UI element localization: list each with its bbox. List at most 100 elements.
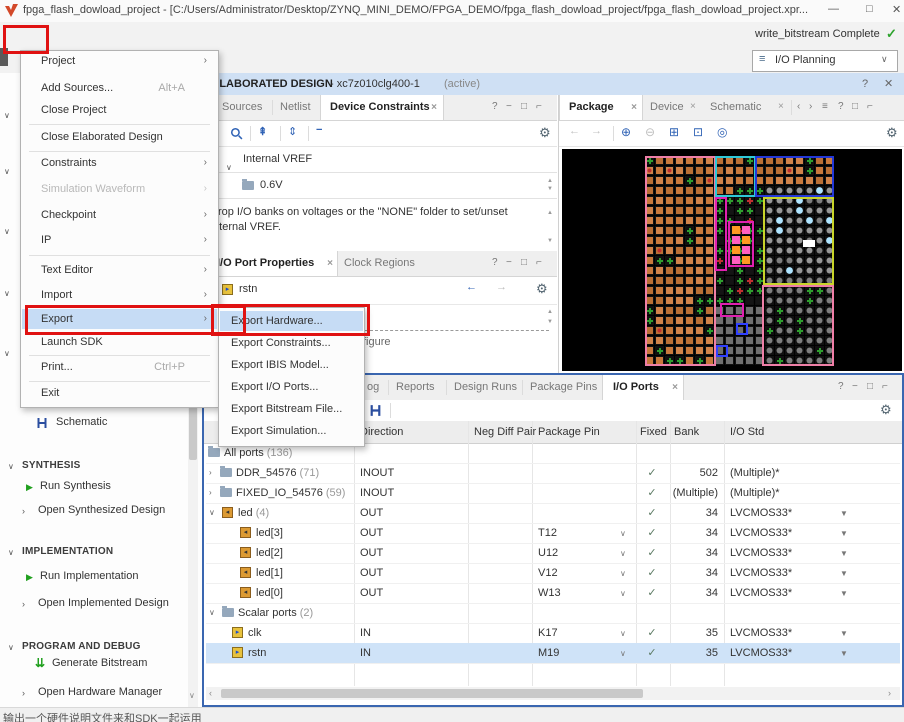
pin-dropdown-icon[interactable]: ∨ bbox=[620, 644, 626, 664]
menu-item-close-elaborated-design[interactable]: Close Elaborated Design bbox=[22, 127, 217, 147]
col-bank[interactable]: Bank bbox=[674, 421, 699, 443]
menu-item-export-io-ports[interactable]: Export I/O Ports... bbox=[220, 377, 363, 397]
col-io-std[interactable]: I/O Std bbox=[730, 421, 764, 443]
zoom-fit-icon[interactable]: ⊞ bbox=[669, 125, 679, 139]
sidebar-item-run-synthesis[interactable]: Run Synthesis bbox=[40, 480, 111, 492]
tab-close-icon[interactable]: × bbox=[327, 251, 333, 276]
dropdown-icon[interactable]: ▼ bbox=[840, 584, 848, 604]
sidebar-item-run-implementation[interactable]: Run Implementation bbox=[40, 570, 138, 582]
col-fixed[interactable]: Fixed bbox=[640, 421, 667, 443]
expander-icon[interactable]: › bbox=[209, 463, 212, 483]
panel-maximize-icon[interactable]: ⌐ bbox=[536, 257, 542, 268]
tab-io-ports[interactable]: I/O Ports × bbox=[602, 375, 684, 400]
tab-scroll-right-icon[interactable]: › bbox=[809, 101, 812, 112]
menu-item-export-simulation[interactable]: Export Simulation... bbox=[220, 421, 363, 441]
design-bar-help-icon[interactable]: ? bbox=[862, 73, 868, 95]
dropdown-icon[interactable]: ▼ bbox=[840, 644, 848, 664]
sidebar-item-open-hardware-manager[interactable]: Open Hardware Manager bbox=[38, 686, 162, 698]
package-die-view[interactable] bbox=[562, 149, 902, 371]
settings-gear-icon[interactable]: ⚙ bbox=[886, 125, 898, 141]
chevron-right-icon[interactable]: › bbox=[22, 599, 25, 609]
panel-float-icon[interactable]: □ bbox=[867, 381, 873, 392]
zoom-selection-icon[interactable]: ⊡ bbox=[693, 125, 703, 139]
scroll-up-icon[interactable]: ▲ bbox=[547, 210, 553, 216]
panel-float-icon[interactable]: □ bbox=[852, 101, 858, 112]
menu-item-import[interactable]: Import› bbox=[22, 285, 217, 305]
panel-minimize-icon[interactable]: − bbox=[506, 101, 512, 112]
panel-help-icon[interactable]: ? bbox=[492, 257, 498, 268]
tab-design-runs[interactable]: Design Runs bbox=[454, 375, 517, 400]
search-icon[interactable] bbox=[230, 127, 243, 140]
table-row-scalar-ports[interactable]: ∨ Scalar ports(2) bbox=[206, 603, 900, 624]
table-row-ddr[interactable]: › DDR_54576(71) INOUT ✓ 502 (Multiple)* bbox=[206, 463, 900, 484]
fixed-check-icon[interactable]: ✓ bbox=[636, 583, 668, 603]
tab-configure-partial[interactable]: figure bbox=[363, 336, 391, 348]
tab-package[interactable]: Package × bbox=[559, 95, 643, 120]
fixed-check-icon[interactable]: ✓ bbox=[636, 623, 668, 643]
tab-netlist[interactable]: Netlist bbox=[280, 95, 311, 120]
spinner-down-icon[interactable]: ▼ bbox=[547, 186, 553, 192]
spinner-up-icon[interactable]: ▲ bbox=[547, 309, 553, 315]
chevron-down-icon[interactable]: ∨ bbox=[8, 643, 14, 652]
scroll-left-icon[interactable]: ‹ bbox=[209, 688, 212, 698]
tab-close-icon[interactable]: × bbox=[431, 95, 437, 120]
fixed-check-icon[interactable]: ✓ bbox=[636, 563, 668, 583]
menu-item-text-editor[interactable]: Text Editor› bbox=[22, 260, 217, 280]
sidebar-item-open-implemented-design[interactable]: Open Implemented Design bbox=[38, 597, 169, 609]
run-status-text[interactable]: write_bitstream Complete bbox=[755, 28, 880, 40]
menu-item-add-sources[interactable]: Add Sources...Alt+A bbox=[22, 78, 217, 98]
sidebar-item-generate-bitstream[interactable]: Generate Bitstream bbox=[52, 657, 147, 669]
tab-list-icon[interactable]: ≡ bbox=[822, 101, 828, 112]
vref-value-row[interactable]: 0.6V ▲ ▼ bbox=[202, 172, 557, 199]
tab-close-icon[interactable]: × bbox=[690, 101, 696, 112]
back-arrow-icon[interactable]: ← bbox=[466, 281, 477, 293]
scroll-down-icon[interactable]: ∨ bbox=[189, 691, 195, 700]
sidebar-scrollbar[interactable]: ∨ bbox=[188, 393, 198, 707]
panel-float-icon[interactable]: □ bbox=[521, 101, 527, 112]
table-row-led3[interactable]: ◂ led[3] OUT T12 ∨ ✓ 34 LVCMOS33* ▼ bbox=[206, 523, 900, 544]
settings-gear-icon[interactable]: ⚙ bbox=[536, 281, 548, 297]
pin-dropdown-icon[interactable]: ∨ bbox=[620, 524, 626, 544]
menu-item-constraints[interactable]: Constraints› bbox=[22, 153, 217, 173]
menu-item-export-bitstream-file[interactable]: Export Bitstream File... bbox=[220, 399, 363, 419]
expander-icon[interactable]: › bbox=[209, 483, 212, 503]
table-row-led0[interactable]: ◂ led[0] OUT W13 ∨ ✓ 34 LVCMOS33* ▼ bbox=[206, 583, 900, 604]
dropdown-icon[interactable]: ▼ bbox=[840, 624, 848, 644]
pin-dropdown-icon[interactable]: ∨ bbox=[620, 544, 626, 564]
col-neg-diff-pair[interactable]: Neg Diff Pair bbox=[474, 421, 536, 443]
expander-icon[interactable]: ∨ bbox=[209, 603, 215, 623]
chevron-down-icon[interactable]: ∨ bbox=[8, 548, 14, 557]
collapse-all-icon[interactable]: ⇞ bbox=[258, 125, 267, 138]
panel-maximize-icon[interactable]: ⌐ bbox=[882, 381, 888, 392]
panel-maximize-icon[interactable]: ⌐ bbox=[867, 101, 873, 112]
sidebar-item-schematic[interactable]: Schematic bbox=[56, 416, 107, 428]
col-package-pin[interactable]: Package Pin bbox=[538, 421, 600, 443]
sidebar-item-open-synthesized-design[interactable]: Open Synthesized Design bbox=[38, 504, 165, 516]
menu-item-ip[interactable]: IP› bbox=[22, 230, 217, 250]
chevron-right-icon[interactable]: › bbox=[22, 506, 25, 516]
chevron-down-icon[interactable]: ∨ bbox=[8, 462, 14, 471]
remove-icon[interactable]: − bbox=[316, 124, 322, 136]
pin-dropdown-icon[interactable]: ∨ bbox=[620, 564, 626, 584]
tab-close-icon[interactable]: × bbox=[672, 375, 678, 400]
tab-schematic[interactable]: Schematic bbox=[710, 95, 761, 120]
dropdown-icon[interactable]: ▼ bbox=[840, 524, 848, 544]
zoom-in-icon[interactable]: ⊕ bbox=[621, 125, 631, 139]
vref-group-row[interactable]: ∨ Internal VREF bbox=[202, 146, 557, 173]
menu-item-project[interactable]: Project› bbox=[22, 51, 217, 71]
fixed-check-icon[interactable]: ✓ bbox=[636, 463, 668, 483]
panel-maximize-icon[interactable]: ⌐ bbox=[536, 101, 542, 112]
panel-minimize-icon[interactable]: − bbox=[506, 257, 512, 268]
tab-package-pins[interactable]: Package Pins bbox=[530, 375, 597, 400]
scroll-down-icon[interactable]: ▼ bbox=[547, 238, 553, 244]
fixed-check-icon[interactable]: ✓ bbox=[636, 643, 668, 663]
panel-help-icon[interactable]: ? bbox=[838, 101, 844, 112]
tab-io-port-properties[interactable]: I/O Port Properties × bbox=[202, 251, 338, 276]
tab-close-icon[interactable]: × bbox=[631, 95, 637, 120]
section-program-debug[interactable]: PROGRAM AND DEBUG bbox=[22, 641, 141, 652]
dropdown-icon[interactable]: ▼ bbox=[840, 544, 848, 564]
table-row-rstn-selected[interactable]: ▸ rstn IN M19 ∨ ✓ 35 LVCMOS33* ▼ bbox=[206, 643, 900, 664]
autofit-selection-icon[interactable]: ◎ bbox=[717, 125, 727, 139]
panel-minimize-icon[interactable]: − bbox=[852, 381, 858, 392]
pin-dropdown-icon[interactable]: ∨ bbox=[620, 624, 626, 644]
